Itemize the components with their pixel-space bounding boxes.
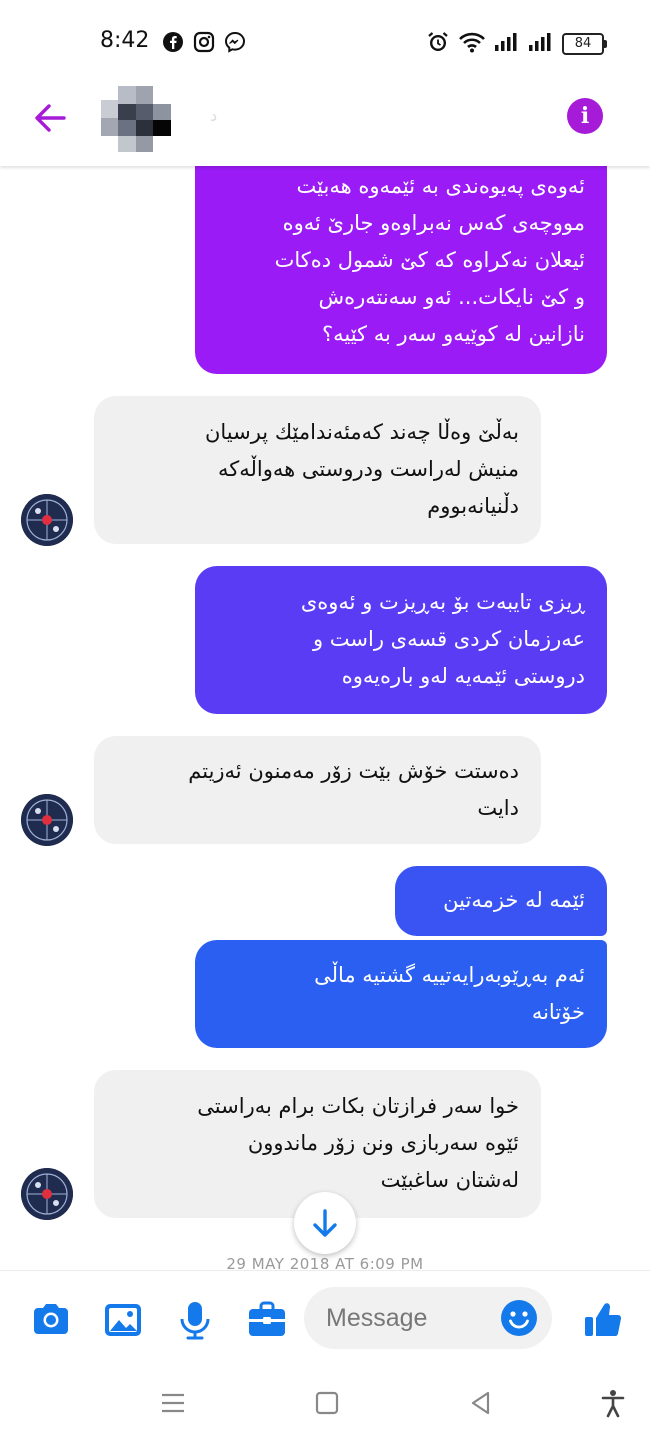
signal-icon — [528, 32, 554, 56]
contact-avatar[interactable] — [21, 794, 73, 846]
message-line: بەڵێ وەڵا چەند کەمئەندامێك پرسیان — [204, 420, 519, 444]
sent-message[interactable]: ئەوەی پەیوەندی بە ئێمەوە هەبێت مووچەی کە… — [195, 166, 607, 374]
microphone-icon[interactable] — [174, 1299, 216, 1341]
battery-icon: 84 — [562, 33, 607, 55]
message-line: ئەوەی پەیوەندی بە ئێمەوە هەبێت — [296, 174, 585, 198]
accessibility-icon[interactable] — [598, 1388, 628, 1418]
briefcase-icon[interactable] — [246, 1299, 288, 1341]
status-app-icons — [162, 31, 246, 57]
arrow-down-icon — [313, 1209, 337, 1237]
avatar[interactable] — [101, 86, 171, 152]
camera-icon[interactable] — [30, 1299, 72, 1341]
message-line: و کێ نایکات... ئەو سەنتەرەش — [318, 285, 585, 309]
message-line: خوا سەر فرازتان بکات برام بەراستی — [197, 1094, 519, 1118]
facebook-icon — [162, 31, 184, 57]
gallery-icon[interactable] — [102, 1299, 144, 1341]
message-line: نازانین لە کوێیەو سەر بە کێیە؟ — [321, 322, 585, 346]
message-line: ڕیزی تایبەت بۆ بەڕیزت و ئەوەی — [300, 590, 585, 614]
message-list[interactable]: ئەوەی پەیوەندی بە ئێمەوە هەبێت مووچەی کە… — [0, 166, 650, 1270]
message-line: ئێوە سەربازی ونن زۆر ماندوون — [247, 1131, 519, 1155]
received-message[interactable]: بەڵێ وەڵا چەند کەمئەندامێك پرسیان منیش ل… — [94, 396, 541, 544]
message-line: ئیعلان نەکراوە کە کێ شمول دەکات — [274, 248, 585, 272]
arrow-left-icon[interactable] — [30, 98, 70, 138]
contact-avatar[interactable] — [21, 494, 73, 546]
sent-message[interactable]: ئەم بەڕێوبەرایەتییە گشتیە ماڵی خۆتانە — [195, 940, 607, 1048]
scroll-down-button[interactable] — [294, 1192, 356, 1254]
system-nav-bar — [0, 1366, 650, 1444]
status-time: 8:42 — [100, 28, 150, 53]
message-line: مووچەی کەس نەبراوەو جارێ ئەوە — [282, 211, 585, 235]
message-line: دەستت خۆش بێت زۆر مەمنون ئەزیتم — [188, 759, 519, 783]
sent-message[interactable]: ڕیزی تایبەت بۆ بەڕیزت و ئەوەی عەرزمان کر… — [195, 566, 607, 714]
message-line: دڵنیانەبووم — [427, 494, 519, 518]
messenger-icon — [224, 31, 246, 57]
instagram-icon — [193, 31, 215, 57]
contact-avatar[interactable] — [21, 1168, 73, 1220]
message-line: عەرزمان کردی قسەی راست و — [312, 627, 585, 651]
sent-message[interactable]: ئێمە لە خزمەتین — [395, 866, 607, 936]
contact-name[interactable]: د — [210, 106, 217, 125]
messenger-screen: 8:42 84 د i ئەوەی پەیوەندی بە ئێمەوە هەب… — [0, 0, 650, 1444]
back-triangle-icon[interactable] — [466, 1388, 496, 1418]
home-square-icon[interactable] — [312, 1388, 342, 1418]
received-message[interactable]: دەستت خۆش بێت زۆر مەمنون ئەزیتم دایت — [94, 736, 541, 844]
message-line: دایت — [477, 796, 519, 820]
alarm-icon — [426, 30, 450, 58]
message-line: خۆتانە — [531, 1000, 585, 1024]
status-right-icons: 84 — [426, 30, 607, 58]
menu-icon[interactable] — [158, 1388, 188, 1418]
emoji-icon[interactable] — [500, 1299, 538, 1337]
wifi-icon — [458, 31, 486, 57]
message-composer: Message — [0, 1270, 650, 1367]
info-icon[interactable]: i — [567, 98, 603, 134]
thumbs-up-icon[interactable] — [582, 1299, 624, 1341]
message-line: ئێمە لە خزمەتین — [443, 888, 585, 912]
message-line: منیش لەراست ودروستی هەواڵەکە — [217, 457, 519, 481]
signal-icon — [494, 32, 520, 56]
chat-header: د i — [0, 86, 650, 166]
status-bar: 8:42 84 — [0, 0, 650, 86]
message-line: دروستی ئێمەیە لەو بارەیەوە — [341, 664, 585, 688]
message-line: ئەم بەڕێوبەرایەتییە گشتیە ماڵی — [314, 963, 585, 987]
